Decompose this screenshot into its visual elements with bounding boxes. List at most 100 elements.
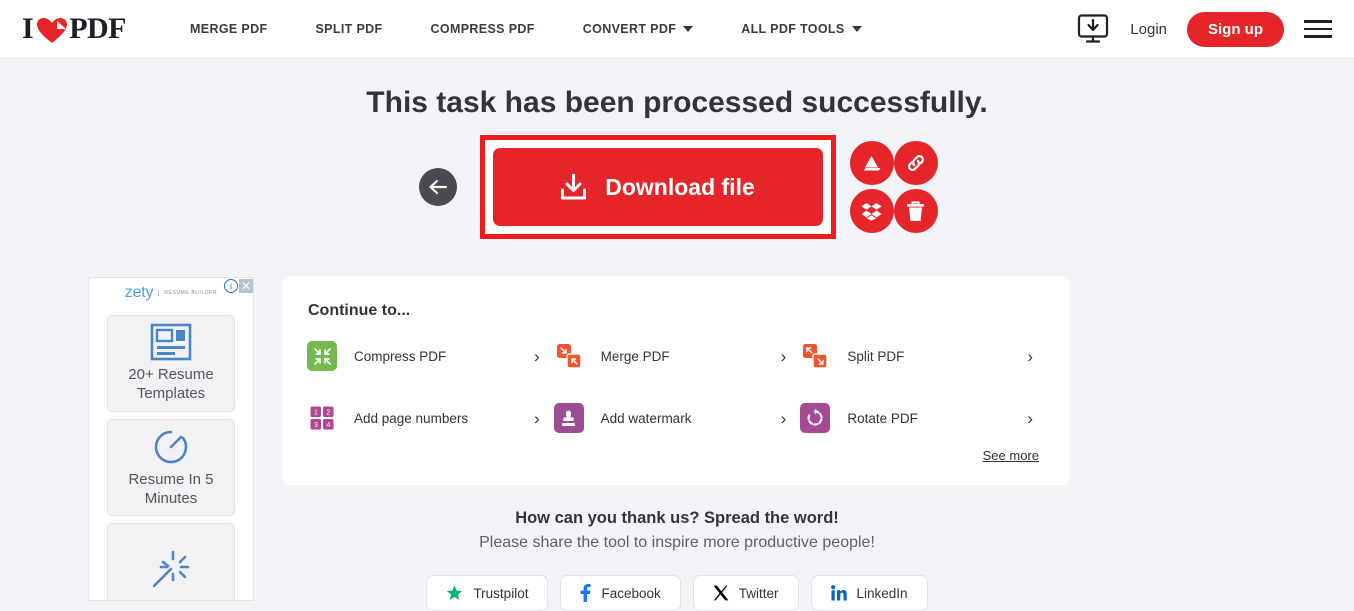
main-navigation: MERGE PDF SPLIT PDF COMPRESS PDF CONVERT…	[166, 22, 886, 36]
tool-add-watermark[interactable]: Add watermark ›	[553, 394, 801, 442]
tool-label: Merge PDF	[600, 348, 670, 364]
header-actions: Login Sign up	[1076, 11, 1332, 47]
nav-label: COMPRESS PDF	[430, 22, 535, 36]
ad-close-icon[interactable]: ✕	[239, 279, 253, 293]
facebook-icon	[581, 584, 592, 602]
google-drive-icon	[864, 155, 881, 170]
tool-label: Add watermark	[600, 410, 692, 426]
page-title: This task has been processed successfull…	[366, 86, 988, 119]
share-twitter-button[interactable]: Twitter	[692, 575, 799, 611]
desktop-download-icon[interactable]	[1076, 14, 1110, 44]
tool-label: Compress PDF	[354, 348, 447, 364]
continue-to-title: Continue to...	[308, 302, 411, 319]
nav-label: SPLIT PDF	[315, 22, 383, 36]
nav-item-merge-pdf[interactable]: MERGE PDF	[166, 22, 291, 36]
ad-header: zety RESUME BUILDER i ✕	[89, 278, 253, 308]
download-file-button[interactable]: Download file	[492, 148, 823, 226]
tool-rotate-pdf[interactable]: Rotate PDF ›	[800, 394, 1047, 442]
nav-item-all-pdf-tools[interactable]: ALL PDF TOOLS	[717, 22, 885, 36]
thanks-title: How can you thank us? Spread the word!	[515, 509, 839, 527]
back-button[interactable]	[418, 168, 457, 206]
ad-card-resume-in-5-minutes[interactable]: Resume In 5 Minutes	[107, 419, 235, 516]
link-chain-icon	[907, 155, 924, 171]
twitter-x-icon	[713, 585, 729, 601]
tool-merge-pdf[interactable]: Merge PDF ›	[554, 332, 801, 380]
rotate-pdf-icon	[800, 403, 831, 433]
svg-text:4: 4	[327, 422, 331, 429]
svg-text:3: 3	[314, 422, 318, 429]
ad-info-icon[interactable]: i	[224, 279, 238, 293]
tool-label: Add page numbers	[354, 410, 469, 426]
linkedin-icon	[830, 585, 847, 601]
chevron-right-icon: ›	[1027, 346, 1033, 366]
trustpilot-star-icon	[447, 585, 463, 600]
delete-file-button[interactable]	[893, 189, 938, 233]
download-section: Download file	[0, 135, 1354, 239]
nav-label: ALL PDF TOOLS	[741, 22, 845, 36]
nav-item-split-pdf[interactable]: SPLIT PDF	[291, 22, 406, 36]
social-share-row: Trustpilot Facebook Twitter LinkedIn	[0, 575, 1354, 611]
save-to-google-drive-button[interactable]	[849, 141, 894, 185]
chevron-down-icon	[851, 26, 862, 32]
trash-icon	[907, 200, 924, 221]
logo-text-after: PDF	[69, 12, 127, 45]
tools-grid: Compress PDF › Merge PDF › Split PDF › 1…	[307, 332, 1047, 442]
chevron-right-icon: ›	[1027, 408, 1033, 428]
see-more-link[interactable]: See more	[983, 448, 1039, 463]
tool-add-page-numbers[interactable]: 1 2 3 4 Add page numbers ›	[307, 394, 554, 442]
tool-label: Split PDF	[847, 348, 905, 364]
social-label: LinkedIn	[856, 585, 908, 601]
sidebar-advertisement: zety RESUME BUILDER i ✕ 20+ Resume Templ…	[88, 277, 254, 601]
continue-to-card: Continue to... Compress PDF › Merge PDF …	[283, 276, 1069, 485]
hamburger-menu-icon[interactable]	[1304, 20, 1332, 38]
download-tray-icon	[561, 173, 587, 199]
svg-text:2: 2	[327, 410, 331, 417]
share-facebook-button[interactable]: Facebook	[560, 575, 681, 611]
thanks-subtitle: Please share the tool to inspire more pr…	[479, 534, 875, 551]
watermark-stamp-icon	[553, 403, 584, 433]
heart-page-icon	[37, 15, 68, 43]
chevron-right-icon: ›	[780, 346, 787, 366]
download-highlight-annotation: Download file	[479, 135, 836, 239]
ad-controls: i ✕	[224, 279, 253, 293]
tool-split-pdf[interactable]: Split PDF ›	[800, 332, 1047, 380]
tool-label: Rotate PDF	[847, 410, 918, 426]
nav-label: CONVERT PDF	[582, 22, 677, 36]
login-link[interactable]: Login	[1130, 21, 1167, 38]
logo-text-before: I	[22, 12, 34, 45]
chevron-right-icon: ›	[780, 408, 787, 428]
svg-text:1: 1	[314, 410, 318, 417]
save-to-dropbox-button[interactable]	[849, 189, 894, 233]
tool-compress-pdf[interactable]: Compress PDF ›	[307, 332, 554, 380]
nav-item-compress-pdf[interactable]: COMPRESS PDF	[407, 22, 559, 36]
ad-card-text: Resume In 5 Minutes	[128, 471, 214, 507]
compress-pdf-icon	[307, 341, 337, 371]
ilovepdf-logo[interactable]: I PDF	[22, 12, 127, 46]
share-trustpilot-button[interactable]: Trustpilot	[426, 575, 549, 611]
copy-link-button[interactable]	[893, 141, 938, 185]
social-label: Twitter	[738, 585, 779, 601]
nav-item-convert-pdf[interactable]: CONVERT PDF	[559, 22, 717, 36]
signup-button[interactable]: Sign up	[1187, 11, 1284, 47]
stopwatch-icon	[154, 430, 188, 464]
resume-template-icon	[150, 323, 192, 361]
ad-card-text: 20+ Resume Templates	[128, 366, 214, 402]
download-file-label: Download file	[605, 173, 755, 200]
page-numbers-icon: 1 2 3 4	[307, 403, 337, 433]
ad-logo: zety	[124, 284, 154, 301]
share-linkedin-button[interactable]: LinkedIn	[810, 575, 928, 611]
chevron-right-icon: ›	[533, 346, 540, 366]
split-pdf-icon	[800, 341, 830, 371]
file-side-actions	[848, 139, 938, 235]
ad-card-resume-templates[interactable]: 20+ Resume Templates	[107, 315, 235, 412]
social-label: Trustpilot	[473, 585, 529, 601]
arrow-left-icon	[428, 179, 447, 195]
ad-logo-subtitle: RESUME BUILDER	[158, 290, 217, 296]
dropbox-icon	[861, 203, 882, 221]
social-label: Facebook	[601, 585, 661, 601]
chevron-right-icon: ›	[533, 408, 540, 428]
site-header: I PDF MERGE PDF SPLIT PDF COMPRESS PDF C…	[0, 0, 1354, 59]
chevron-down-icon	[683, 26, 694, 32]
nav-label: MERGE PDF	[190, 22, 268, 36]
merge-pdf-icon	[554, 341, 584, 371]
